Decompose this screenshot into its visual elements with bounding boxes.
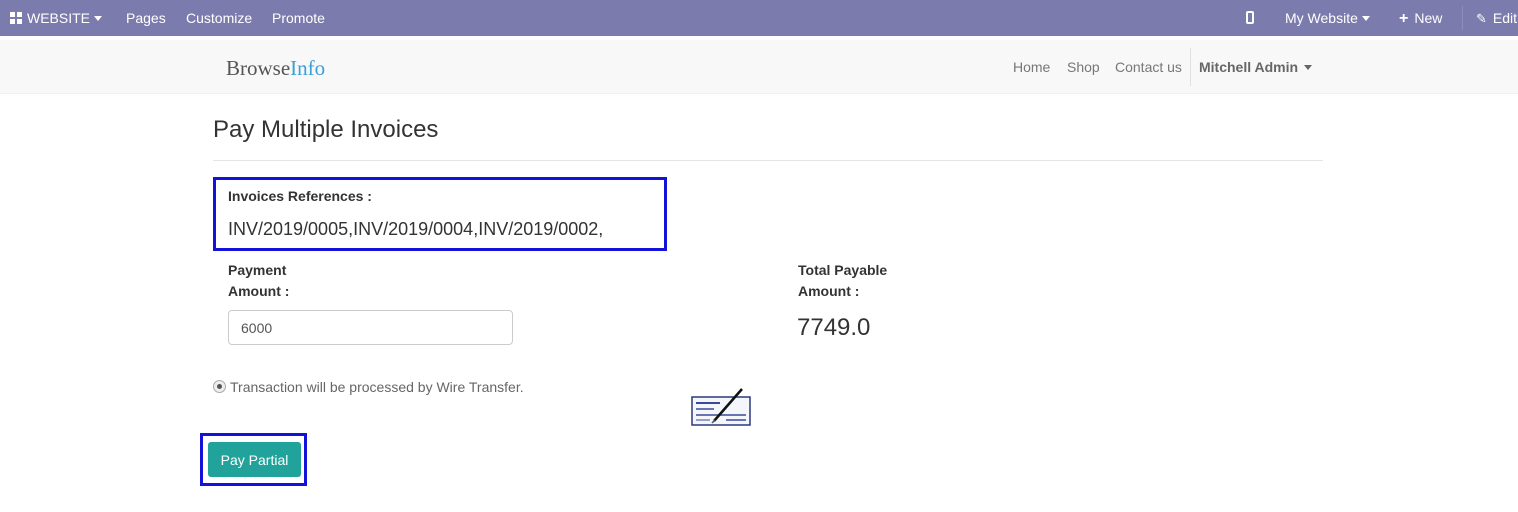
- chevron-down-icon: [1304, 64, 1313, 70]
- new-label: New: [1414, 10, 1443, 26]
- website-menu[interactable]: WEBSITE: [10, 0, 103, 36]
- total-payable-label-line1: Total Payable: [798, 262, 888, 278]
- total-payable-label-line2: Amount :: [798, 283, 860, 299]
- chevron-down-icon: [94, 15, 103, 21]
- brand-logo[interactable]: BrowseInfo: [226, 56, 325, 81]
- mobile-preview-icon: [1246, 11, 1254, 25]
- page-title: Pay Multiple Invoices: [213, 116, 439, 143]
- website-menu-label: WEBSITE: [27, 10, 91, 26]
- chevron-down-icon: [1361, 15, 1370, 21]
- apps-grid-icon: [10, 11, 23, 24]
- pay-partial-button[interactable]: Pay Partial: [208, 442, 301, 477]
- promote-menu[interactable]: Promote: [272, 0, 325, 36]
- pencil-icon: ✎: [1476, 11, 1487, 26]
- user-name: Mitchell Admin: [1199, 59, 1299, 75]
- nav-contact-us[interactable]: Contact us: [1115, 59, 1182, 75]
- customize-menu[interactable]: Customize: [186, 0, 252, 36]
- site-header: BrowseInfo Home Shop Contact us Mitchell…: [0, 40, 1518, 94]
- nav-divider: [1190, 48, 1191, 86]
- payment-amount-input[interactable]: [228, 310, 513, 345]
- pay-partial-highlight: Pay Partial: [200, 433, 307, 486]
- payment-amount-label-line2: Amount :: [228, 283, 290, 299]
- total-payable-value: 7749.0: [797, 314, 871, 341]
- invoice-references-box: Invoices References : INV/2019/0005,INV/…: [213, 177, 667, 251]
- invoice-references-value: INV/2019/0005,INV/2019/0004,INV/2019/000…: [228, 219, 604, 239]
- wire-transfer-radio[interactable]: [213, 380, 226, 393]
- total-payable-label: Total Payable Amount :: [798, 260, 887, 302]
- payment-amount-label: Payment Amount :: [228, 260, 289, 302]
- invoice-references-label: Invoices References :: [228, 188, 372, 204]
- brand-text-accent: Info: [290, 56, 326, 80]
- brand-text: Browse: [226, 56, 291, 80]
- admin-bar-divider: [1462, 6, 1463, 30]
- my-website-menu[interactable]: My Website: [1285, 0, 1370, 36]
- user-menu[interactable]: Mitchell Admin: [1199, 59, 1313, 75]
- payment-amount-label-line1: Payment: [228, 262, 287, 278]
- mobile-preview-button[interactable]: [1246, 0, 1254, 36]
- my-website-label: My Website: [1285, 10, 1358, 26]
- nav-shop[interactable]: Shop: [1067, 59, 1100, 75]
- pages-menu[interactable]: Pages: [126, 0, 166, 36]
- payment-method-text: Transaction will be processed by Wire Tr…: [230, 379, 524, 395]
- edit-button[interactable]: ✎ Edit: [1476, 0, 1517, 36]
- cheque-icon: [691, 388, 751, 426]
- title-divider: [213, 160, 1323, 161]
- edit-label: Edit: [1492, 10, 1518, 26]
- admin-bar: WEBSITE Pages Customize Promote My Websi…: [0, 0, 1518, 36]
- plus-icon: +: [1399, 10, 1409, 27]
- nav-home[interactable]: Home: [1013, 59, 1050, 75]
- new-button[interactable]: + New: [1399, 0, 1442, 36]
